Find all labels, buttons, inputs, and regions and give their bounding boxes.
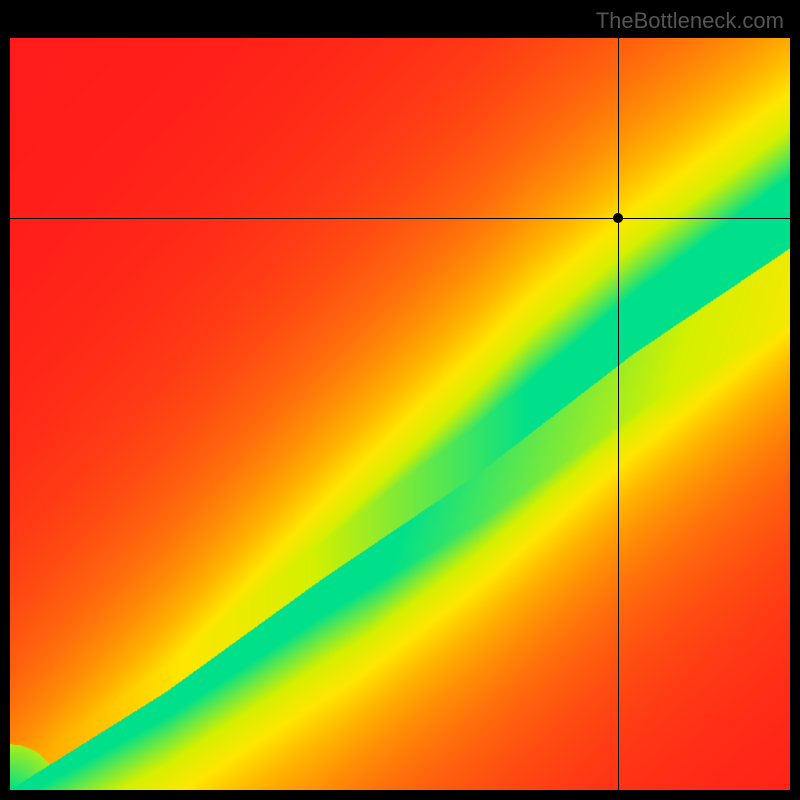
crosshair-vertical	[618, 38, 619, 790]
crosshair-horizontal	[10, 218, 790, 219]
watermark-text: TheBottleneck.com	[596, 8, 784, 34]
heatmap-plot	[10, 38, 790, 790]
heatmap-canvas	[10, 38, 790, 790]
crosshair-dot	[613, 213, 623, 223]
